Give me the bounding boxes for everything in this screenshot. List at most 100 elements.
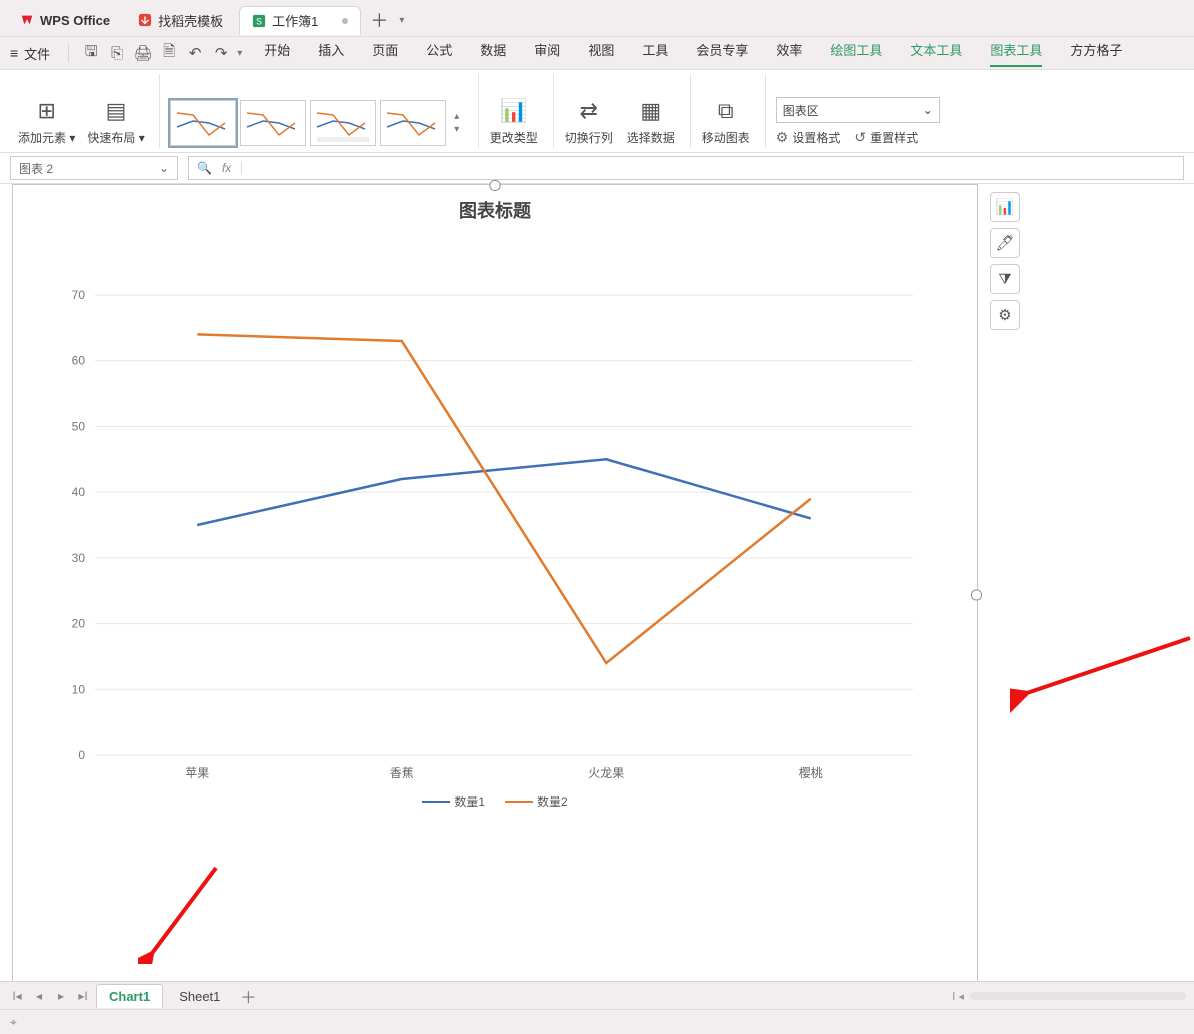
resize-handle-right[interactable] bbox=[971, 590, 982, 601]
menu-texttools[interactable]: 文本工具 bbox=[910, 40, 962, 67]
undo-icon[interactable]: ↶ bbox=[183, 41, 207, 65]
move-chart-label: 移动图表 bbox=[702, 129, 750, 146]
ribbon: ⊞ 添加元素 ▾ ▤ 快速布局 ▾ ▴▾ 📊 更改类型 ⇄ 切换行列 ▦ 选择数… bbox=[0, 70, 1194, 153]
menu-fangfang[interactable]: 方方格子 bbox=[1070, 40, 1122, 67]
chart-style-1[interactable] bbox=[170, 100, 236, 146]
menu-charttools[interactable]: 图表工具 bbox=[990, 40, 1042, 67]
add-sheet-button[interactable]: ＋ bbox=[236, 984, 260, 1008]
chart-style-more[interactable]: ▴▾ bbox=[450, 111, 464, 135]
chevron-down-icon: ⌄ bbox=[923, 103, 933, 117]
tab-list-dropdown-icon[interactable]: ▾ bbox=[399, 15, 404, 26]
separator bbox=[68, 44, 69, 62]
select-data-button[interactable]: ▦ 选择数据 bbox=[626, 97, 676, 146]
print-preview-icon[interactable]: 🗎 bbox=[157, 41, 181, 65]
chart-area-select[interactable]: 图表区 ⌄ bbox=[776, 97, 940, 123]
reset-style-icon: ↺ bbox=[854, 129, 866, 146]
chart-plot[interactable]: 010203040506070苹果香蕉火龙果樱桃 bbox=[53, 275, 933, 785]
sheet-nav-last[interactable]: ▸I bbox=[74, 989, 92, 1003]
resize-handle-top[interactable] bbox=[490, 180, 501, 191]
ribbon-group-elements: ⊞ 添加元素 ▾ ▤ 快速布局 ▾ bbox=[8, 74, 155, 148]
quick-layout-icon: ▤ bbox=[106, 97, 127, 125]
scroll-left-icon[interactable]: Ⅰ ◂ bbox=[952, 990, 964, 1003]
menu-page[interactable]: 页面 bbox=[372, 40, 398, 67]
svg-text:10: 10 bbox=[72, 682, 86, 696]
chart-elements-button[interactable]: 📊 bbox=[990, 192, 1020, 222]
menu-file[interactable]: 文件 bbox=[24, 44, 50, 63]
set-format-button[interactable]: ⚙设置格式 bbox=[776, 129, 841, 146]
print-icon[interactable]: 🖨 bbox=[131, 41, 155, 65]
search-icon: 🔍 bbox=[197, 161, 212, 175]
sheet-tab-bar: I◂ ◂ ▸ ▸I Chart1 Sheet1 ＋ Ⅰ ◂ bbox=[0, 981, 1194, 1010]
move-chart-button[interactable]: ⧉ 移动图表 bbox=[701, 97, 751, 146]
menu-tools[interactable]: 工具 bbox=[642, 40, 668, 67]
worksheet-canvas: 图表标题 010203040506070苹果香蕉火龙果樱桃 数量1数量2 📊 🖊… bbox=[0, 184, 1194, 1004]
add-element-icon: ⊞ bbox=[37, 97, 55, 125]
menu-formula[interactable]: 公式 bbox=[426, 40, 452, 67]
set-format-label: 设置格式 bbox=[792, 129, 840, 146]
ribbon-group-move: ⧉ 移动图表 bbox=[690, 74, 761, 148]
reset-style-label: 重置样式 bbox=[870, 129, 918, 146]
sheet-tab-sheet1[interactable]: Sheet1 bbox=[167, 985, 232, 1008]
sheet-nav-next[interactable]: ▸ bbox=[52, 989, 70, 1003]
save-icon[interactable]: 🖫 bbox=[79, 41, 103, 65]
tab-modified-dot-icon bbox=[342, 18, 348, 24]
menu-view[interactable]: 视图 bbox=[588, 40, 614, 67]
chart-style-2[interactable] bbox=[240, 100, 306, 146]
name-box[interactable]: 图表 2 ⌄ bbox=[10, 156, 178, 180]
status-icon[interactable]: ⌖ bbox=[10, 1015, 17, 1030]
chart-style-4[interactable] bbox=[380, 100, 446, 146]
ribbon-group-format: 图表区 ⌄ ⚙设置格式 ↺重置样式 bbox=[765, 74, 950, 148]
export-icon[interactable]: ⎘ bbox=[105, 41, 129, 65]
chart-object[interactable]: 图表标题 010203040506070苹果香蕉火龙果樱桃 数量1数量2 bbox=[12, 184, 978, 1006]
tab-wps-office[interactable]: WPS Office bbox=[8, 6, 122, 34]
select-data-label: 选择数据 bbox=[627, 129, 675, 146]
add-element-label: 添加元素 bbox=[18, 131, 66, 145]
menu-start[interactable]: 开始 bbox=[264, 40, 290, 67]
switch-rowcol-icon: ⇄ bbox=[580, 97, 598, 125]
app-tabbar: WPS Office 找稻壳模板 S 工作簿1 ＋ ▾ bbox=[0, 0, 1194, 36]
scrollbar-track[interactable] bbox=[970, 992, 1186, 1000]
menu-data[interactable]: 数据 bbox=[480, 40, 506, 67]
sheet-logo-icon: S bbox=[252, 14, 266, 28]
menu-drawtools[interactable]: 绘图工具 bbox=[830, 40, 882, 67]
tab-template[interactable]: 找稻壳模板 bbox=[126, 6, 235, 34]
quickbar-dropdown-icon[interactable]: ▾ bbox=[237, 48, 242, 59]
chart-styles-button[interactable]: 🖊 bbox=[990, 228, 1020, 258]
add-element-button[interactable]: ⊞ 添加元素 ▾ bbox=[18, 97, 75, 146]
formula-input[interactable]: 🔍 fx bbox=[188, 156, 1184, 180]
redo-icon[interactable]: ↷ bbox=[209, 41, 233, 65]
formula-bar: 图表 2 ⌄ 🔍 fx bbox=[0, 153, 1194, 184]
legend-swatch bbox=[422, 801, 450, 803]
chart-legend[interactable]: 数量1 数量2 bbox=[13, 793, 977, 810]
wps-logo-icon bbox=[20, 13, 34, 27]
legend-item[interactable]: 数量2 bbox=[505, 793, 568, 810]
ribbon-group-styles: ▴▾ bbox=[159, 74, 474, 148]
reset-style-button[interactable]: ↺重置样式 bbox=[854, 129, 918, 146]
ribbon-group-type: 📊 更改类型 bbox=[478, 74, 549, 148]
switch-rowcol-label: 切换行列 bbox=[565, 129, 613, 146]
sheet-nav-prev[interactable]: ◂ bbox=[30, 989, 48, 1003]
change-type-icon: 📊 bbox=[500, 97, 527, 125]
select-data-icon: ▦ bbox=[640, 97, 661, 125]
chart-style-thumbs: ▴▾ bbox=[170, 100, 464, 146]
menu-insert[interactable]: 插入 bbox=[318, 40, 344, 67]
sheet-nav-first[interactable]: I◂ bbox=[8, 989, 26, 1003]
switch-rowcol-button[interactable]: ⇄ 切换行列 bbox=[564, 97, 614, 146]
legend-item[interactable]: 数量1 bbox=[422, 793, 485, 810]
quick-layout-button[interactable]: ▤ 快速布局 ▾ bbox=[87, 97, 144, 146]
menu-review[interactable]: 审阅 bbox=[534, 40, 560, 67]
chart-style-3[interactable] bbox=[310, 100, 376, 146]
menu-efficiency[interactable]: 效率 bbox=[776, 40, 802, 67]
svg-text:苹果: 苹果 bbox=[185, 766, 209, 780]
quick-layout-label: 快速布局 bbox=[87, 131, 135, 145]
status-bar: ⌖ bbox=[0, 1009, 1194, 1034]
new-tab-button[interactable]: ＋ bbox=[365, 6, 393, 34]
menu-member[interactable]: 会员专享 bbox=[696, 40, 748, 67]
chart-filter-button[interactable]: ⧩ bbox=[990, 264, 1020, 294]
sheet-tab-chart1[interactable]: Chart1 bbox=[96, 984, 163, 1008]
chart-settings-button[interactable]: ⚙ bbox=[990, 300, 1020, 330]
svg-text:20: 20 bbox=[72, 617, 86, 631]
change-type-button[interactable]: 📊 更改类型 bbox=[489, 97, 539, 146]
tab-workbook[interactable]: S 工作簿1 bbox=[239, 6, 361, 35]
hamburger-icon[interactable]: ≡ bbox=[10, 45, 18, 61]
